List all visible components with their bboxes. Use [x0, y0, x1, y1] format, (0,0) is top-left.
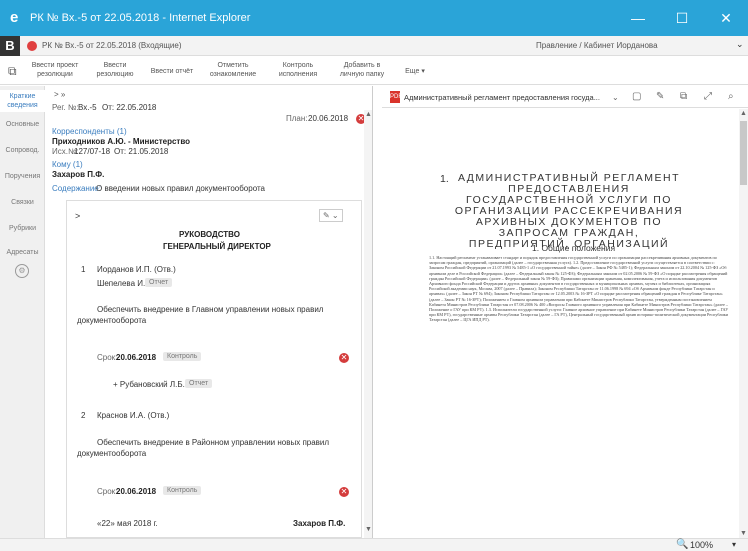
plan-label: План: [286, 114, 308, 123]
internet-explorer-icon: e [10, 9, 19, 26]
pdf-heading-number: 1. [440, 173, 449, 185]
gear-icon[interactable]: ⚙ [15, 264, 29, 278]
document-card-pane: > » Рег. №: Вх.-5 От: 22.05.2018 План: 2… [46, 86, 373, 538]
enter-draft-resolution-button[interactable]: Ввести проект резолюции [28, 61, 82, 79]
pdf-body-text: 1.1. Настоящий регламент устанавливает с… [429, 255, 729, 323]
enter-resolution-button[interactable]: Ввести резолюцию [92, 61, 138, 79]
scroll-up-arrow-icon[interactable]: ▲ [364, 110, 372, 119]
app-header: B РК № Вх.-5 от 22.05.2018 (Входящие) Пр… [0, 36, 748, 56]
item-1-text-line-1: Обеспечить внедрение в Главном управлени… [97, 305, 324, 314]
remove-item-2-icon[interactable]: ✕ [339, 487, 349, 497]
zoom-dropdown-icon[interactable]: ▾ [732, 540, 736, 549]
pdf-scroll-thumb[interactable] [740, 121, 747, 185]
document-tab[interactable]: РК № Вх.-5 от 22.05.2018 (Входящие) [42, 41, 182, 50]
item-1-subexecutor: + Рубановский Л.Б. [113, 380, 185, 389]
plan-date: 20.06.2018 [308, 114, 349, 123]
item-2-deadline: 20.06.2018 [116, 487, 157, 496]
expand-icon[interactable]: ⤢ [704, 91, 712, 102]
pdf-page: 1. АДМИНИСТРАТИВНЫЙ РЕГЛАМЕНТ ПРЕДОСТАВЛ… [382, 109, 739, 538]
pdf-scrollbar[interactable]: ▲ ▼ [739, 109, 748, 538]
zoom-level[interactable]: 100% [690, 540, 713, 550]
remove-item-1-icon[interactable]: ✕ [339, 353, 349, 363]
item-1-executor: Иорданов И.П. (Отв.) [97, 265, 176, 274]
window-titlebar: e РК № Вх.-5 от 22.05.2018 - Internet Ex… [0, 0, 748, 36]
item-1-deadline-label: Срок: [97, 353, 118, 362]
item-1-coexecutor: Шепелева И.Г. [97, 279, 151, 288]
signature-person: Захаров П.Ф. [293, 519, 346, 528]
pdf-heading: АДМИНИСТРАТИВНЫЙ РЕГЛАМЕНТ ПРЕДОСТАВЛЕНИ… [454, 172, 684, 250]
item-2-executor: Краснов И.А. (Отв.) [97, 411, 170, 420]
item-2-text-line-2: документооборота [77, 449, 147, 458]
app-logo: B [0, 36, 20, 56]
signature-date: «22» мая 2018 г. [97, 519, 158, 528]
correspondents-label[interactable]: Корреспонденты (1) [52, 127, 127, 136]
sidebar-item-main[interactable]: Основные [0, 120, 45, 129]
sidebar-item-accompanying[interactable]: Сопровод. [0, 146, 45, 155]
document-copy-icon[interactable]: ⧉ [8, 65, 22, 77]
zoom-icon[interactable]: ⌕ [728, 91, 734, 102]
item-1-number: 1 [81, 265, 86, 274]
document-status-icon [27, 41, 37, 51]
resolution-heading-1: РУКОВОДСТВО [179, 230, 240, 239]
reg-date: От: 22.05.2018 [102, 103, 157, 112]
resolution-card: > ✎ ⌄ РУКОВОДСТВО ГЕНЕРАЛЬНЫЙ ДИРЕКТОР 1… [66, 200, 362, 538]
edit-icon[interactable]: ✎ [656, 91, 664, 102]
item-2-deadline-label: Срок: [97, 487, 118, 496]
sidebar-item-assignments[interactable]: Поручения [0, 172, 45, 181]
minimize-button[interactable]: — [618, 6, 658, 30]
nav-arrows[interactable]: > » [54, 90, 65, 99]
item-1-control-badge[interactable]: Контроль [163, 352, 202, 361]
reg-number: Вх.-5 [78, 103, 97, 112]
execution-control-button[interactable]: Контроль исполнения [273, 61, 323, 79]
reg-number-label: Рег. №: [52, 103, 79, 112]
item-2-number: 2 [81, 411, 86, 420]
mark-acquaintance-button[interactable]: Отметить ознакомление [205, 61, 261, 79]
item-1-sub-report-badge[interactable]: Отчет [185, 379, 213, 388]
more-menu-button[interactable]: Еще ▾ [400, 67, 430, 76]
to-label[interactable]: Кому (1) [52, 160, 83, 169]
expand-arrow-icon[interactable]: > [75, 211, 80, 221]
add-to-personal-folder-button[interactable]: Добавить в личную папку [336, 61, 388, 79]
item-2-text-line-1: Обеспечить внедрение в Районном управлен… [97, 438, 330, 447]
page-icon[interactable]: ▢ [632, 91, 641, 102]
user-context-label[interactable]: Правление / Кабинет Иорданова [536, 41, 658, 50]
scroll-down-arrow-icon[interactable]: ▼ [364, 525, 372, 534]
pdf-file-icon: PDF [390, 91, 402, 103]
chevron-down-icon[interactable]: ⌄ [736, 39, 744, 50]
resolution-heading-2: ГЕНЕРАЛЬНЫЙ ДИРЕКТОР [163, 242, 271, 251]
sidebar-item-links[interactable]: Связки [0, 198, 45, 207]
pdf-viewer: PDF Административный регламент предостав… [382, 86, 748, 538]
chevron-down-icon[interactable]: ⌄ [612, 93, 619, 102]
correspondent-name: Приходников А.Ю. - Министерство [52, 137, 191, 146]
item-2-control-badge[interactable]: Контроль [163, 486, 202, 495]
item-1-deadline: 20.06.2018 [116, 353, 157, 362]
window-title: РК № Вх.-5 от 22.05.2018 - Internet Expl… [30, 12, 251, 24]
copy-icon[interactable]: ⧉ [680, 91, 687, 102]
action-toolbar: ⧉ Ввести проект резолюции Ввести резолюц… [0, 57, 748, 85]
outgoing-number: 127/07-18 [74, 147, 111, 156]
enter-report-button[interactable]: Ввести отчёт [147, 67, 197, 76]
document-pane-scrollbar[interactable]: ▲ ▼ [364, 110, 372, 538]
outgoing-date: От: 21.05.2018 [114, 147, 169, 156]
item-1-text-line-2: документооборота [77, 316, 147, 325]
pdf-header: PDF Административный регламент предостав… [382, 86, 748, 108]
edit-resolution-button[interactable]: ✎ ⌄ [319, 209, 343, 222]
item-1-report-badge[interactable]: Отчет [145, 278, 173, 287]
maximize-button[interactable]: ☐ [662, 6, 702, 30]
to-person: Захаров П.Ф. [52, 170, 105, 179]
content-text: О введении новых правил документооборота [96, 184, 265, 193]
content-label: Содержание: [52, 184, 101, 193]
magnifier-icon[interactable]: 🔍 [676, 539, 688, 550]
sidebar-item-addressees[interactable]: Адресаты [0, 248, 45, 257]
sidebar-item-rubrics[interactable]: Рубрики [0, 224, 45, 233]
status-bar: 🔍 100% ▾ [0, 538, 748, 551]
sidebar-item-summary[interactable]: Краткие сведения [0, 90, 45, 112]
close-window-button[interactable]: ✕ [706, 6, 746, 30]
section-sidebar: Краткие сведения Основные Сопровод. Пору… [0, 86, 45, 538]
pdf-scroll-down-arrow-icon[interactable]: ▼ [739, 529, 748, 538]
pdf-document-title[interactable]: Административный регламент предоставлени… [404, 93, 600, 102]
pdf-scroll-up-arrow-icon[interactable]: ▲ [739, 109, 748, 118]
pdf-section-title: 1. Общие положения [532, 243, 616, 253]
